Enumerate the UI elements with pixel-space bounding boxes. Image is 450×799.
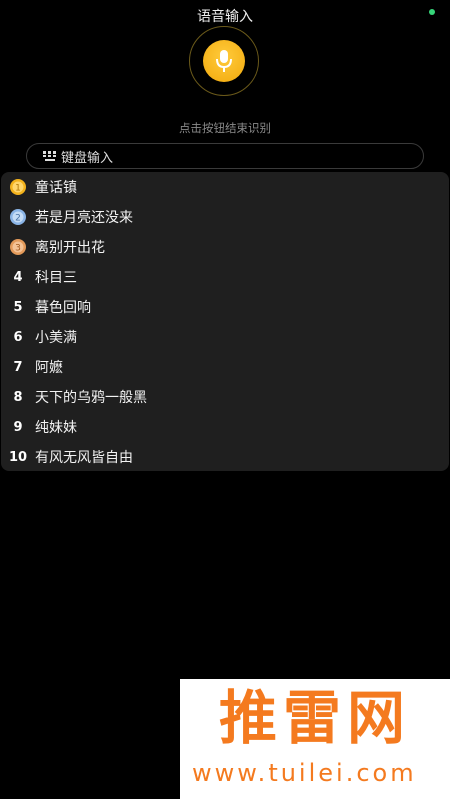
rank-number: 4 — [13, 269, 23, 285]
suggestion-text: 天下的乌鸦一般黑 — [35, 390, 147, 406]
keyboard-icon — [43, 151, 56, 161]
suggestion-item[interactable]: 9 纯妹妹 — [1, 412, 449, 442]
bronze-medal-icon: 3 — [10, 239, 26, 255]
rank-number: 6 — [13, 329, 23, 345]
page-title: 语音输入 — [197, 9, 253, 25]
recognition-hint: 点击按钮结束识别 — [179, 121, 271, 135]
keyboard-input-label: 键盘输入 — [61, 150, 114, 166]
rank-number: 7 — [13, 359, 23, 375]
suggestion-text: 科目三 — [35, 270, 77, 286]
suggestion-item[interactable]: 2 若是月亮还没来 — [1, 202, 449, 232]
rank-number: 9 — [13, 419, 23, 435]
rank-number: 10 — [8, 449, 28, 465]
keyboard-input-button[interactable]: 键盘输入 — [26, 143, 424, 169]
suggestion-text: 纯妹妹 — [35, 420, 77, 436]
rank-number: 5 — [13, 299, 23, 315]
suggestion-list: 1 童话镇 2 若是月亮还没来 3 离别开出花 4 科目三 5 暮色回响 6 小… — [1, 172, 449, 471]
silver-medal-icon: 2 — [10, 209, 26, 225]
suggestion-item[interactable]: 5 暮色回响 — [1, 292, 449, 322]
mic-button-ring[interactable] — [189, 26, 259, 96]
gold-medal-icon: 1 — [10, 179, 26, 195]
svg-text:1: 1 — [15, 184, 21, 194]
suggestion-item[interactable]: 1 童话镇 — [1, 172, 449, 202]
suggestion-text: 小美满 — [35, 330, 77, 346]
voice-input-screen: 语音输入 点击按钮结束识别 键盘输入 1 童话镇 2 若是月亮还没来 3 离别开… — [0, 0, 450, 799]
watermark-logo: 推雷网 www.tuilei.com — [180, 679, 450, 799]
rank-number: 8 — [13, 389, 23, 405]
suggestion-item[interactable]: 10 有风无风皆自由 — [1, 442, 449, 472]
watermark-brand: 推雷网 — [218, 684, 411, 752]
suggestion-text: 阿嬷 — [35, 360, 63, 376]
status-indicator-dot — [429, 9, 435, 15]
suggestion-item[interactable]: 6 小美满 — [1, 322, 449, 352]
suggestion-text: 离别开出花 — [35, 240, 105, 256]
suggestion-text: 暮色回响 — [35, 300, 91, 316]
svg-text:2: 2 — [15, 214, 21, 224]
watermark-url: www.tuilei.com — [192, 759, 417, 787]
suggestion-item[interactable]: 3 离别开出花 — [1, 232, 449, 262]
suggestion-item[interactable]: 4 科目三 — [1, 262, 449, 292]
svg-text:3: 3 — [15, 244, 21, 254]
mic-button[interactable] — [203, 40, 245, 82]
suggestion-text: 若是月亮还没来 — [35, 210, 133, 226]
suggestion-text: 有风无风皆自由 — [35, 450, 133, 466]
microphone-icon — [216, 50, 232, 72]
suggestion-item[interactable]: 8 天下的乌鸦一般黑 — [1, 382, 449, 412]
suggestion-text: 童话镇 — [35, 180, 77, 196]
suggestion-item[interactable]: 7 阿嬷 — [1, 352, 449, 382]
